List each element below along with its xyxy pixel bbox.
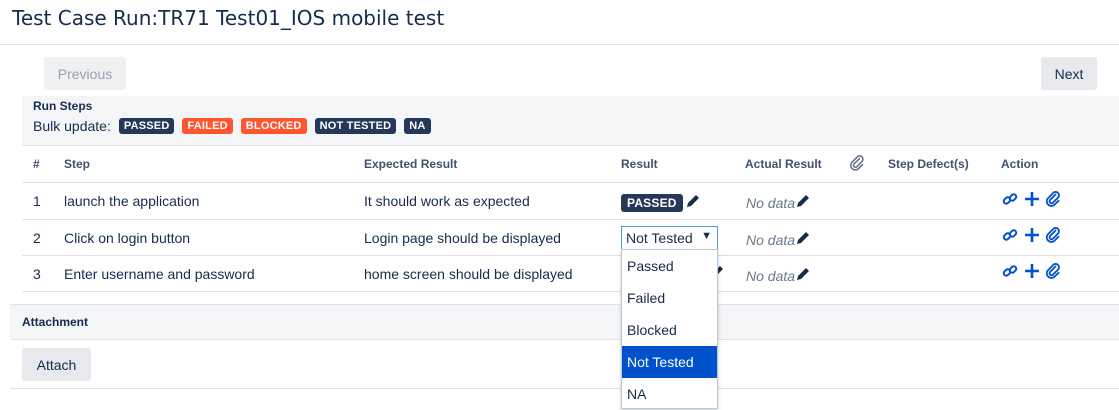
row-2-actual-text: No data [746,231,796,248]
bulk-blocked-button[interactable]: BLOCKED [240,118,307,134]
previous-button[interactable]: Previous [44,57,126,90]
row-divider [22,182,1119,183]
attachment-column-icon [850,155,864,174]
link-icon[interactable] [1002,227,1018,248]
dropdown-option-failed[interactable]: Failed [622,282,717,314]
result-select-value: Not Tested [626,230,693,246]
dropdown-option-passed[interactable]: Passed [622,250,717,282]
attach-button[interactable]: Attach [22,348,91,381]
row-3-step: Enter username and password [64,266,255,282]
bulk-update-label: Bulk update: [33,118,111,134]
row-2-actions [1002,227,1060,248]
row-3-expected: home screen should be displayed [364,266,573,282]
dropdown-option-blocked[interactable]: Blocked [622,314,717,346]
bulk-update-row: Bulk update: PASSED FAILED BLOCKED NOT T… [33,118,431,134]
attachment-header: Attachment [10,304,1119,340]
title-divider [0,44,1119,45]
dropdown-option-na[interactable]: NA [622,378,717,410]
bulk-failed-button[interactable]: FAILED [182,118,233,134]
col-defects-header: Step Defect(s) [888,157,969,171]
next-button[interactable]: Next [1041,57,1097,90]
row-divider [22,255,1119,256]
row-3-actual-text: No data [746,267,796,284]
add-icon[interactable] [1024,227,1040,248]
bottom-divider [10,388,1119,389]
paperclip-icon[interactable] [1045,227,1060,248]
col-expected-header: Expected Result [364,157,458,171]
add-icon[interactable] [1024,263,1040,284]
pencil-icon[interactable] [795,266,811,285]
pencil-icon[interactable] [795,230,811,249]
paperclip-icon[interactable] [1045,263,1060,284]
col-result-header: Result [621,157,658,171]
row-2-actual: No data [746,230,811,249]
row-2-expected: Login page should be displayed [364,230,561,246]
col-action-header: Action [1001,157,1039,171]
row-1-result: PASSED [621,193,701,212]
row-1-result-lozenge: PASSED [621,193,683,212]
row-3-num: 3 [33,266,41,282]
row-1-expected: It should work as expected [364,193,530,209]
row-3-actions [1002,263,1060,284]
run-steps-label: Run Steps [33,99,93,113]
col-step-header: Step [64,157,91,171]
run-steps-header: Run Steps Bulk update: PASSED FAILED BLO… [22,96,1119,146]
bulk-na-button[interactable]: NA [404,118,431,134]
link-icon[interactable] [1002,191,1018,212]
link-icon[interactable] [1002,263,1018,284]
dropdown-option-not-tested[interactable]: Not Tested [622,346,717,378]
row-1-step: launch the application [64,193,200,209]
col-actual-header: Actual Result [745,157,822,171]
page-title: Test Case Run:TR71 Test01_IOS mobile tes… [12,6,445,30]
caret-down-icon: ▼ [701,230,712,242]
paperclip-icon[interactable] [1045,191,1060,212]
add-icon[interactable] [1024,191,1040,212]
row-1-actual: No data [746,193,811,212]
row-2-num: 2 [33,230,41,246]
pencil-icon[interactable] [795,193,811,212]
bulk-passed-button[interactable]: PASSED [118,118,175,134]
row-2-result-select[interactable]: Not Tested ▼ [621,226,718,250]
row-1-num: 1 [33,193,41,209]
col-num-header: # [33,157,40,171]
row-3-actual: No data [746,266,811,285]
row-divider [22,219,1119,220]
pencil-icon[interactable] [685,193,701,212]
result-dropdown-list: Passed Failed Blocked Not Tested NA [621,249,718,409]
row-1-actions [1002,191,1060,212]
row-1-actual-text: No data [746,194,796,211]
row-2-step: Click on login button [64,230,191,246]
row-divider [22,291,1119,292]
bulk-not-tested-button[interactable]: NOT TESTED [314,118,397,134]
attachment-label: Attachment [22,315,89,329]
